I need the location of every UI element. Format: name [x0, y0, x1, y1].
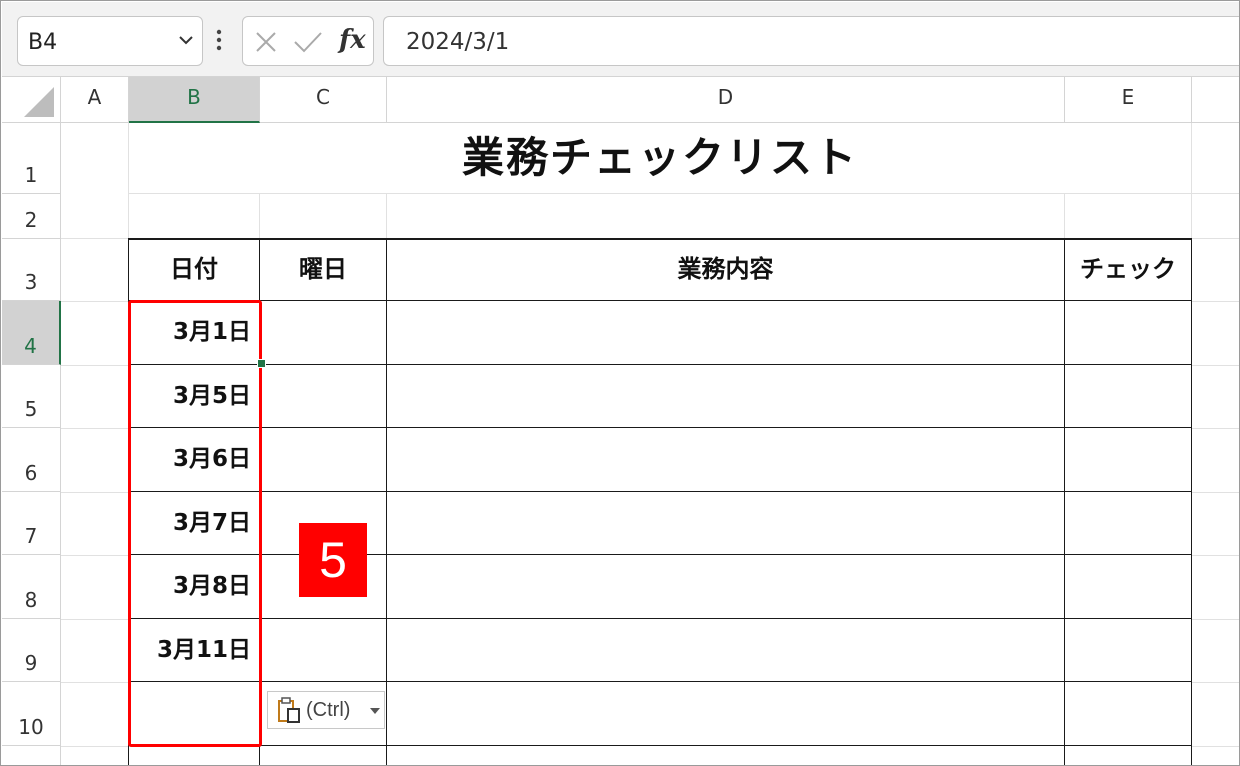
- row-header-4[interactable]: 4: [2, 301, 61, 365]
- table-border: [128, 364, 1192, 365]
- column-header-d[interactable]: D: [387, 77, 1065, 123]
- gridline: [61, 301, 128, 302]
- row-header-11[interactable]: [2, 746, 61, 765]
- fill-handle[interactable]: [257, 359, 266, 368]
- gridline: [1192, 682, 1239, 683]
- select-all-corner[interactable]: [2, 77, 61, 123]
- gridline: [1192, 492, 1239, 493]
- name-box[interactable]: B4: [17, 16, 203, 66]
- gridline: [61, 365, 128, 366]
- paste-options-button[interactable]: (Ctrl): [267, 691, 385, 729]
- table-border: [128, 745, 1192, 746]
- formula-input[interactable]: 2024/3/1: [383, 16, 1239, 66]
- gridline: [61, 492, 128, 493]
- dropdown-arrow-icon: [370, 708, 380, 714]
- gridline: [1192, 746, 1239, 747]
- table-border: [386, 238, 387, 765]
- row-header-2[interactable]: 2: [2, 194, 61, 239]
- gridline: [1192, 428, 1239, 429]
- gridline: [386, 194, 387, 239]
- column-header-a[interactable]: A: [61, 77, 129, 123]
- name-box-value[interactable]: B4: [28, 30, 57, 55]
- more-vertical-icon[interactable]: [216, 29, 222, 51]
- column-header-f[interactable]: [1192, 77, 1239, 123]
- enter-icon[interactable]: [293, 31, 323, 53]
- row-header-3[interactable]: 3: [2, 239, 61, 301]
- row-header-5[interactable]: 5: [2, 365, 61, 428]
- table-border: [1191, 238, 1192, 765]
- gridline: [1192, 365, 1239, 366]
- row-header-8[interactable]: 8: [2, 555, 61, 619]
- formula-bar: B4 fx 2024/3/1: [2, 2, 1239, 77]
- row-header-1[interactable]: 1: [2, 123, 61, 194]
- gridline: [1064, 194, 1065, 239]
- clipboard-paste-icon: [278, 697, 300, 723]
- column-header-e[interactable]: E: [1065, 77, 1192, 123]
- chevron-down-icon[interactable]: [178, 32, 194, 48]
- paste-options-label: (Ctrl): [306, 699, 351, 721]
- column-header-b[interactable]: B: [129, 77, 260, 123]
- gridline: [61, 619, 128, 620]
- gridline: [259, 194, 260, 239]
- table-border: [128, 554, 1192, 555]
- header-date[interactable]: 日付: [129, 239, 259, 300]
- gridline: [61, 555, 128, 556]
- formula-value[interactable]: 2024/3/1: [406, 29, 509, 55]
- gridline: [1192, 619, 1239, 620]
- excel-window: B4 fx 2024/3/1 A B C D E 1 2 3 4 5 6 7 8…: [0, 0, 1240, 766]
- row-header-10[interactable]: 10: [2, 682, 61, 746]
- gridline: [61, 428, 128, 429]
- row-header-6[interactable]: 6: [2, 428, 61, 492]
- gridline: [61, 746, 128, 747]
- table-border: [128, 681, 1192, 682]
- selection-range-highlight: [128, 300, 262, 747]
- gridline: [1192, 555, 1239, 556]
- table-border: [128, 491, 1192, 492]
- step-number-badge: 5: [299, 523, 367, 597]
- table-border: [128, 618, 1192, 619]
- select-all-triangle-icon: [24, 87, 54, 117]
- formula-buttons: fx: [242, 16, 374, 66]
- function-icon[interactable]: fx: [339, 25, 366, 55]
- row-header-7[interactable]: 7: [2, 492, 61, 555]
- header-check[interactable]: チェック: [1065, 239, 1191, 300]
- sheet-title[interactable]: 業務チェックリスト: [129, 125, 1191, 191]
- gridline: [61, 682, 128, 683]
- table-border: [128, 427, 1192, 428]
- table-border: [1064, 238, 1065, 765]
- header-weekday[interactable]: 曜日: [260, 239, 386, 300]
- row-header-9[interactable]: 9: [2, 619, 61, 682]
- gridline: [128, 193, 1239, 194]
- table-border: [128, 300, 1192, 301]
- column-header-c[interactable]: C: [260, 77, 387, 123]
- header-task[interactable]: 業務内容: [387, 239, 1064, 300]
- cancel-icon[interactable]: [255, 31, 277, 53]
- gridline: [1192, 301, 1239, 302]
